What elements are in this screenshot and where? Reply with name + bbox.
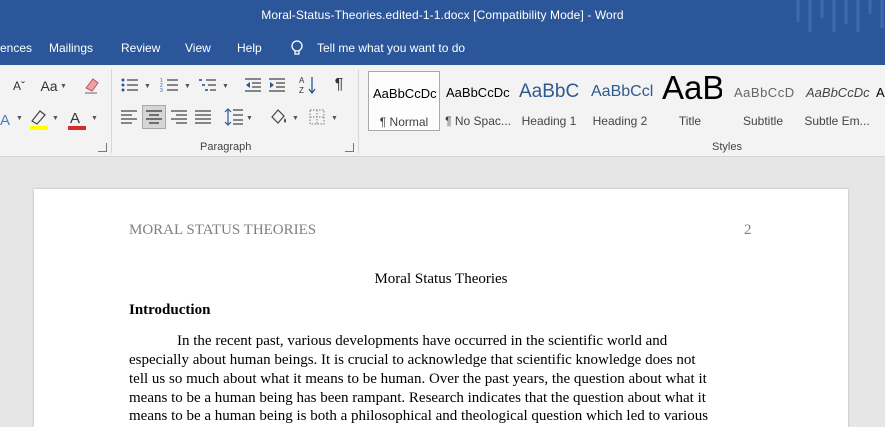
highlight-color-icon[interactable] (28, 107, 50, 131)
chevron-down-icon[interactable]: ▼ (52, 115, 59, 122)
bullets-icon[interactable] (120, 77, 140, 93)
style-subtle-emphasis[interactable]: AaBbCcDc Subtle Em... (802, 71, 872, 131)
page-header-title: MORAL STATUS THEORIES (129, 222, 317, 238)
tab-mailings[interactable]: Mailings (49, 41, 93, 55)
page-number: 2 (744, 222, 752, 238)
svg-text:3: 3 (160, 88, 163, 93)
svg-text:A: A (299, 76, 305, 85)
pilcrow-icon[interactable]: ¶ (330, 75, 348, 95)
style-name: Subtle Em... (804, 114, 870, 128)
style-name: ¶ Normal (379, 115, 429, 129)
paragraph-line: tell us so much about what it means to b… (129, 371, 707, 387)
chevron-down-icon[interactable]: ▼ (292, 115, 299, 122)
ribbon-home: Aˇ Aa ▼ A ▼ ▼ A ▼ ▼ 1 2 3 ▼ ▼ A Z ¶ ▼ ▼ … (0, 65, 885, 157)
style-heading-2[interactable]: AaBbCcl Heading 2 (587, 71, 653, 131)
chevron-down-icon[interactable]: ▼ (144, 83, 151, 90)
paragraph-line: especially about human beings. It is cru… (129, 352, 696, 368)
ribbon-tabs: ences Mailings Review View Help Tell me … (0, 32, 885, 65)
chevron-down-icon[interactable]: ▼ (91, 115, 98, 122)
lightbulb-icon[interactable] (289, 39, 305, 57)
style-name: Heading 1 (521, 114, 577, 128)
svg-text:Z: Z (299, 86, 304, 95)
group-separator (358, 69, 359, 153)
clear-formatting-icon[interactable] (83, 75, 101, 95)
line-spacing-icon[interactable] (224, 107, 244, 127)
increase-indent-icon[interactable] (268, 77, 286, 93)
paragraph-line: means to be a human being has been rampa… (129, 390, 706, 406)
style-heading-1[interactable]: AaBbC Heading 1 (515, 71, 583, 131)
style-name: Heading 2 (592, 114, 648, 128)
paragraph-dialog-launcher-icon[interactable] (345, 143, 354, 152)
style-name: Subtitle (742, 114, 784, 128)
font-size-glyph: Aˇ (13, 79, 25, 93)
style-title[interactable]: AaB Title (658, 71, 722, 131)
title-bar: Moral-Status-Theories.edited-1-1.docx [C… (0, 0, 885, 32)
chevron-down-icon[interactable]: ▼ (331, 115, 338, 122)
svg-text:A: A (70, 110, 80, 127)
borders-icon[interactable] (308, 108, 326, 126)
align-right-icon[interactable] (170, 109, 188, 125)
chevron-down-icon[interactable]: ▼ (16, 115, 23, 122)
change-case-glyph: Aa (40, 78, 58, 94)
numbering-icon[interactable]: 1 2 3 (160, 77, 180, 93)
svg-text:A: A (0, 112, 10, 129)
style-preview: AaBbCcD (734, 85, 795, 100)
shading-icon[interactable] (268, 107, 290, 127)
style-normal[interactable]: AaBbCcDc ¶ Normal (368, 71, 440, 131)
document-page[interactable]: MORAL STATUS THEORIES 2 Moral Status The… (34, 189, 848, 427)
section-heading: Introduction (129, 302, 211, 318)
decrease-indent-icon[interactable] (244, 77, 262, 93)
align-center-button[interactable] (142, 105, 166, 129)
tab-references[interactable]: ences (0, 41, 32, 55)
sort-icon[interactable]: A Z (298, 75, 318, 95)
paragraph-line: means to be a human being is both a phil… (129, 408, 709, 424)
align-left-icon[interactable] (120, 109, 138, 125)
style-preview: AaBbCcl (591, 83, 653, 100)
chevron-down-icon[interactable]: ▼ (222, 83, 229, 90)
tab-help[interactable]: Help (237, 41, 262, 55)
chevron-down-icon[interactable]: ▼ (246, 115, 253, 122)
tell-me-search[interactable]: Tell me what you want to do (317, 41, 465, 55)
window-title: Moral-Status-Theories.edited-1-1.docx [C… (261, 8, 624, 22)
paragraph-group-label: Paragraph (200, 141, 252, 153)
style-no-spacing[interactable]: AaBbCcDc ¶ No Spac... (442, 71, 514, 131)
chevron-down-icon[interactable]: ▼ (184, 83, 191, 90)
tab-view[interactable]: View (185, 41, 211, 55)
style-name: Title (678, 114, 702, 128)
group-separator (111, 69, 112, 153)
tab-review[interactable]: Review (121, 41, 160, 55)
title-bar-pattern (796, 0, 884, 32)
justify-icon[interactable] (194, 109, 212, 125)
style-preview: AaBbCcDc (806, 85, 870, 100)
style-preview: AaB (662, 71, 722, 106)
show-hide-glyph: ¶ (334, 76, 344, 93)
chevron-down-icon[interactable]: ▼ (60, 83, 67, 90)
document-title: Moral Status Theories (374, 271, 508, 287)
multilevel-list-icon[interactable] (198, 77, 218, 93)
font-color-icon[interactable]: A (66, 107, 88, 131)
style-preview: A (876, 85, 885, 100)
style-preview: AaBbCcDc (373, 86, 437, 101)
font-dialog-launcher-icon[interactable] (98, 143, 107, 152)
style-subtitle[interactable]: AaBbCcD Subtitle (730, 71, 796, 131)
font-size-icon[interactable]: Aˇ (8, 77, 30, 95)
style-preview: AaBbC (519, 81, 580, 102)
change-case-button[interactable]: Aa (36, 77, 62, 95)
style-name: ¶ No Spac... (445, 114, 511, 128)
styles-gallery: AaBbCcDc ¶ Normal AaBbCcDc ¶ No Spac... … (366, 69, 885, 132)
align-center-icon (146, 110, 162, 124)
style-preview: AaBbCcDc (446, 85, 510, 100)
paragraph-line: In the recent past, various developments… (177, 333, 668, 349)
styles-group-label: Styles (712, 141, 742, 153)
style-more[interactable]: A (874, 71, 885, 131)
